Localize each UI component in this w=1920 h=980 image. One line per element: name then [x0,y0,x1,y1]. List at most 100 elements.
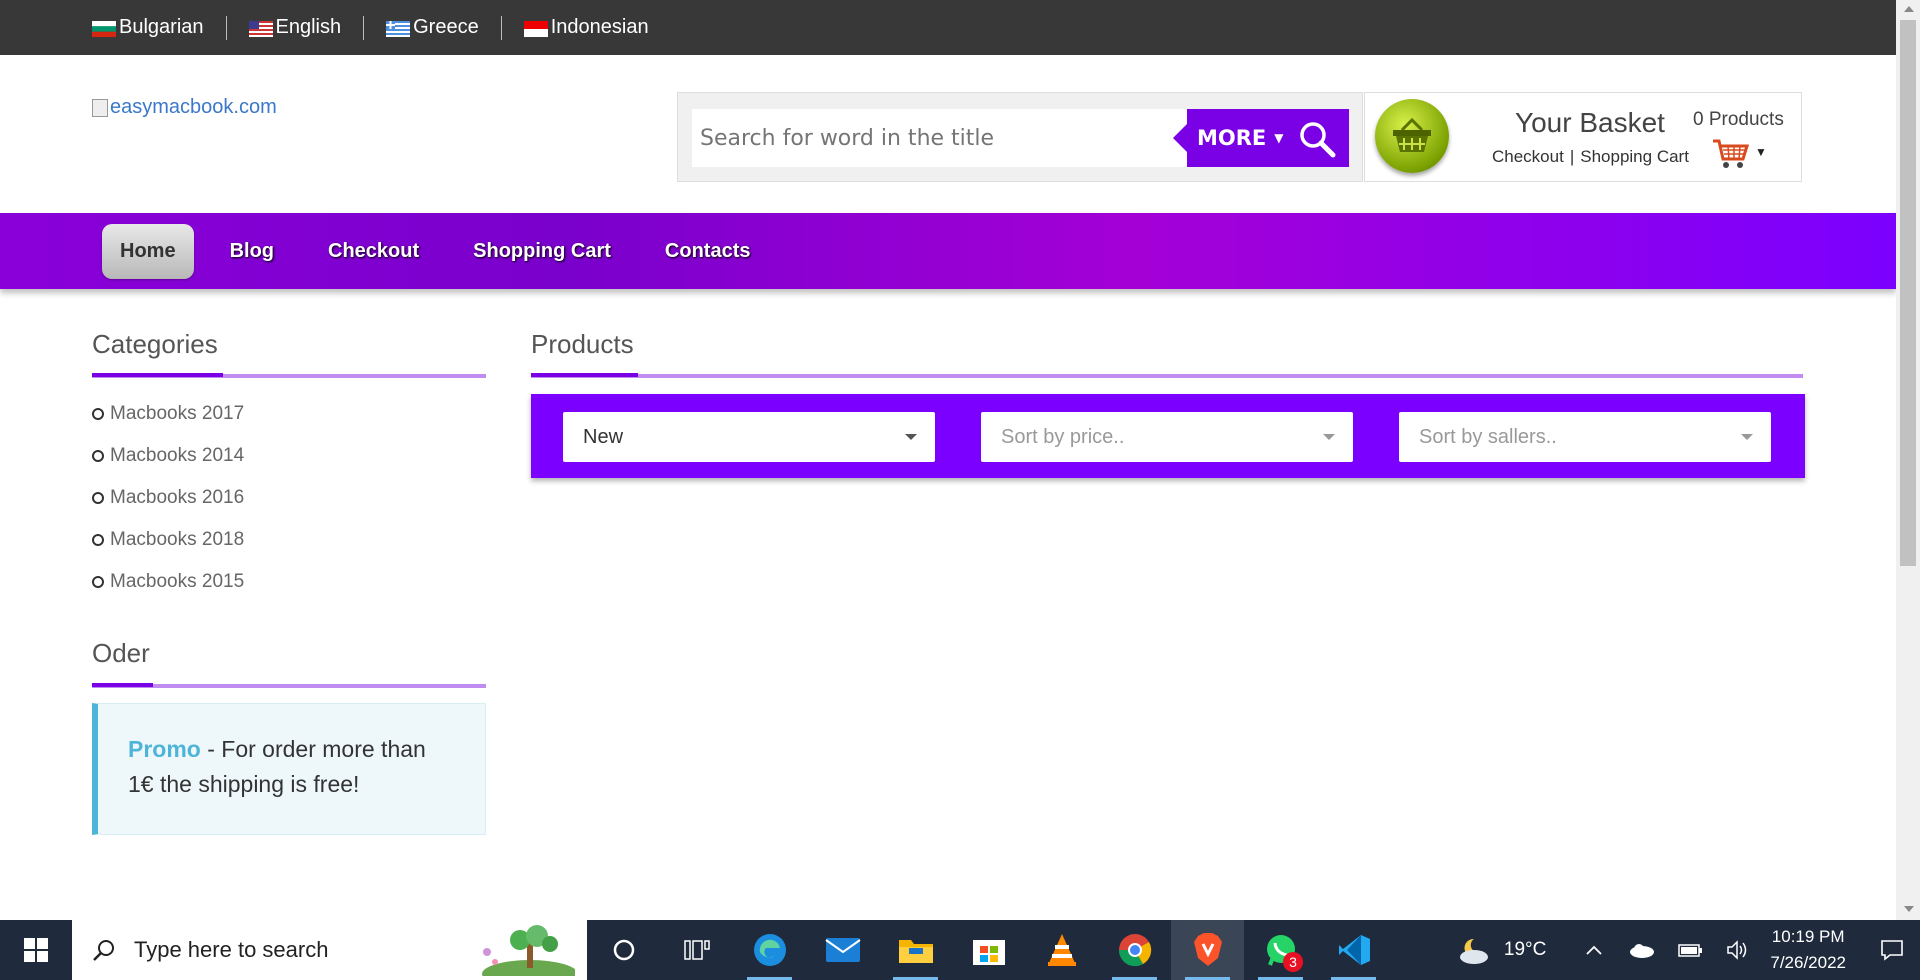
search-icon [93,940,114,961]
select-placeholder: Sort by price.. [1001,425,1125,448]
scroll-thumb[interactable] [1900,20,1916,566]
select-value: New [583,425,624,448]
greece-flag-icon [386,20,411,37]
scroll-up-arrow-icon[interactable] [1904,6,1914,12]
caret-down-icon: ▼ [1274,131,1284,145]
chrome-icon[interactable] [1098,920,1171,980]
dropdown-arrow-icon [1741,434,1753,440]
search-input[interactable] [692,109,1187,167]
scroll-down-arrow-icon[interactable] [1904,906,1914,912]
logo-alt-text: easymacbook.com [110,96,277,118]
lang-bulgarian[interactable]: Bulgarian [92,15,227,40]
basket-links: Checkout | Shopping Cart [1492,147,1689,167]
volume-icon[interactable] [1714,940,1762,960]
dropdown-arrow-icon [1323,434,1335,440]
products-title: Products [531,329,634,359]
nav-checkout[interactable]: Checkout [328,240,419,263]
promo-box: Promo - For order more than 1€ the shipp… [92,703,486,835]
lang-label: Bulgarian [119,16,204,38]
link-divider: | [1569,147,1575,166]
category-list: Macbooks 2017 Macbooks 2014 Macbooks 201… [92,393,244,603]
sort-by-sellers-select[interactable]: Sort by sallers.. [1399,412,1771,462]
file-explorer-icon[interactable] [879,920,952,980]
basket-title: Your Basket [1515,107,1665,138]
page-scrollbar[interactable] [1896,0,1920,920]
chevron-up-icon[interactable] [1570,944,1618,956]
lang-label: English [275,16,342,38]
edge-icon[interactable] [733,920,806,980]
search-box: MORE ▼ [677,92,1363,182]
circle-bullet-icon [92,492,104,504]
category-item[interactable]: Macbooks 2017 [92,393,244,435]
whatsapp-icon[interactable]: 3 [1244,920,1317,980]
bulgaria-flag-icon [92,20,116,37]
vlc-icon[interactable] [1025,920,1098,980]
clock-time: 10:19 PM [1771,927,1845,946]
category-label: Macbooks 2014 [110,445,245,466]
dropdown-arrow-icon [905,434,917,440]
lang-greece[interactable]: Greece [386,15,502,40]
basket-checkout-link[interactable]: Checkout [1492,147,1564,166]
lang-label: Indonesian [550,16,649,38]
category-item[interactable]: Macbooks 2014 [92,435,244,477]
microsoft-store-icon[interactable] [952,920,1025,980]
nav-shopping-cart[interactable]: Shopping Cart [473,240,611,263]
category-label: Macbooks 2017 [110,403,245,424]
system-clock[interactable]: 10:19 PM 7/26/2022 [1770,924,1846,976]
site-logo[interactable]: easymacbook.com [92,96,277,119]
nav-contacts[interactable]: Contacts [665,240,751,263]
windows-taskbar: Type here to search 3 19°C 10:19 PM 7/26… [0,920,1920,980]
broken-image-icon [92,98,108,117]
taskbar-search-placeholder: Type here to search [134,937,329,962]
lang-indonesian[interactable]: Indonesian [523,16,671,40]
circle-bullet-icon [92,450,104,462]
category-label: Macbooks 2015 [110,571,245,592]
circle-bullet-icon [92,576,104,588]
taskbar-search-box[interactable]: Type here to search [72,920,587,980]
search-icon[interactable] [1297,119,1337,159]
language-bar: Bulgarian English Greece Indonesian [0,0,1896,55]
usa-flag-icon [248,20,273,37]
promo-label: Promo [128,736,201,762]
cortana-icon[interactable] [587,920,660,980]
indonesia-flag-icon [523,20,548,37]
basket-icon[interactable] [1375,99,1449,173]
nav-blog[interactable]: Blog [230,240,274,263]
clock-date: 7/26/2022 [1770,953,1846,972]
category-item[interactable]: Macbooks 2016 [92,477,244,519]
more-label: MORE [1197,126,1267,150]
cart-dropdown-icon[interactable]: ▼ [1755,145,1767,159]
categories-divider [92,373,486,378]
products-divider [531,373,1803,378]
partly-cloudy-night-icon [1459,938,1488,964]
category-item[interactable]: Macbooks 2015 [92,561,244,603]
circle-bullet-icon [92,408,104,420]
onedrive-cloud-icon[interactable] [1618,942,1666,958]
category-label: Macbooks 2016 [110,487,245,508]
lang-english[interactable]: English [248,15,365,40]
basket-product-count: 0 Products [1693,109,1784,130]
category-item[interactable]: Macbooks 2018 [92,519,244,561]
lang-label: Greece [413,16,479,38]
notification-center-icon[interactable] [1864,939,1920,961]
order-title: Oder [92,638,150,668]
filter-newness-select[interactable]: New [563,412,935,462]
system-tray: 19°C 10:19 PM 7/26/2022 [1456,920,1920,980]
order-divider [92,683,486,688]
circle-bullet-icon [92,534,104,546]
more-button[interactable]: MORE ▼ [1173,109,1349,167]
sort-by-price-select[interactable]: Sort by price.. [981,412,1353,462]
nav-home[interactable]: Home [102,223,194,279]
basket-cart-link[interactable]: Shopping Cart [1580,147,1689,166]
basket-widget: Your Basket Checkout | Shopping Cart 0 Pro… [1364,92,1802,182]
brave-icon[interactable] [1171,920,1244,980]
product-filter-bar: New Sort by price.. Sort by sallers.. [531,394,1805,478]
mail-icon[interactable] [806,920,879,980]
vscode-icon[interactable] [1317,920,1390,980]
notification-badge: 3 [1283,952,1303,972]
windows-start-icon[interactable] [0,920,72,980]
shopping-cart-icon[interactable] [1711,137,1749,171]
weather-widget[interactable]: 19°C [1456,935,1546,965]
battery-icon[interactable] [1666,941,1714,959]
task-view-icon[interactable] [660,920,733,980]
